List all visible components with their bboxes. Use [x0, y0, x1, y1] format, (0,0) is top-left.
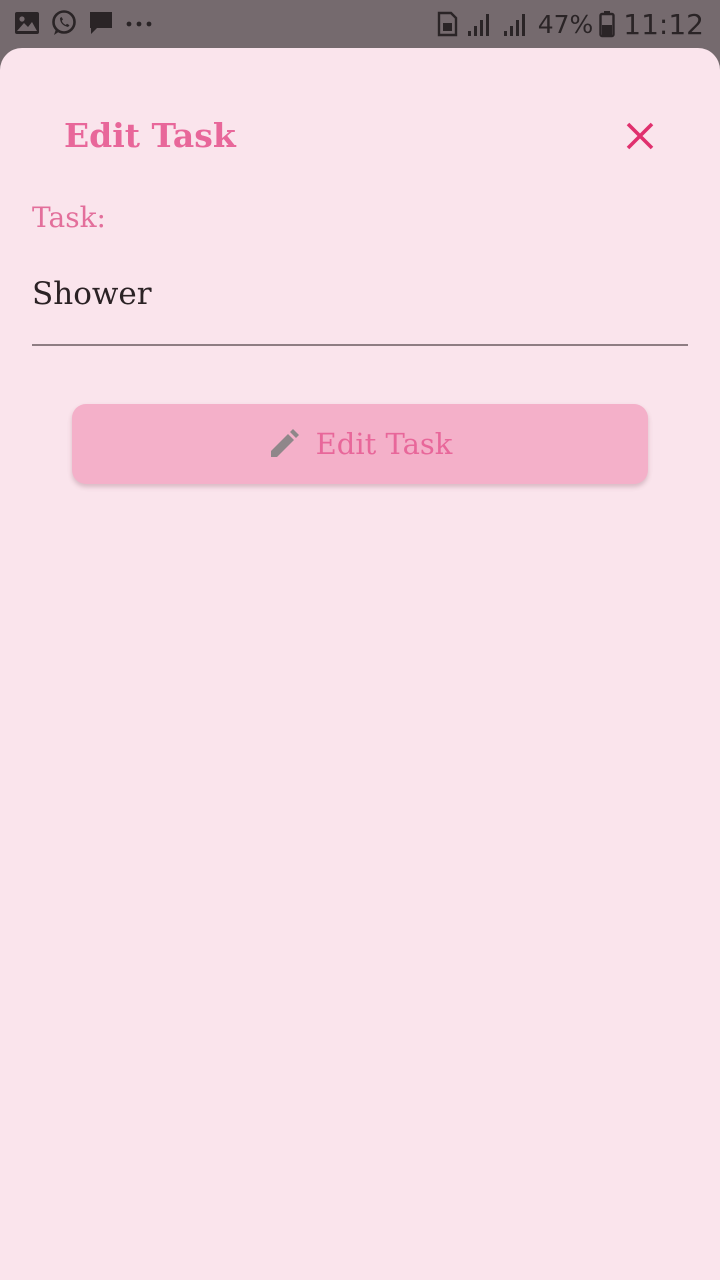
task-field [32, 266, 688, 346]
task-input[interactable] [32, 266, 688, 322]
edit-task-button-label: Edit Task [315, 427, 453, 461]
edit-task-button[interactable]: Edit Task [72, 404, 648, 484]
edit-task-sheet: Edit Task Task: Edit Task [0, 48, 720, 1280]
status-bar-left [14, 9, 164, 37]
signal-icon [467, 14, 489, 36]
gallery-icon [15, 12, 39, 34]
dialog-title: Edit Task [64, 116, 236, 155]
message-icon [90, 12, 112, 34]
close-button[interactable] [612, 108, 668, 164]
whatsapp-icon [52, 10, 76, 35]
close-icon [626, 122, 654, 150]
sim-icon [437, 11, 457, 37]
signal-icon [503, 14, 525, 36]
status-bar-right: 47% 11:12 [436, 6, 704, 42]
status-bar: 47% 11:12 [0, 0, 720, 48]
pencil-icon [270, 429, 299, 457]
task-field-label: Task: [32, 201, 106, 234]
battery-icon [599, 11, 615, 38]
status-clock: 11:12 [623, 7, 704, 41]
more-dots-icon [126, 21, 152, 27]
battery-percent: 47% [537, 9, 594, 39]
